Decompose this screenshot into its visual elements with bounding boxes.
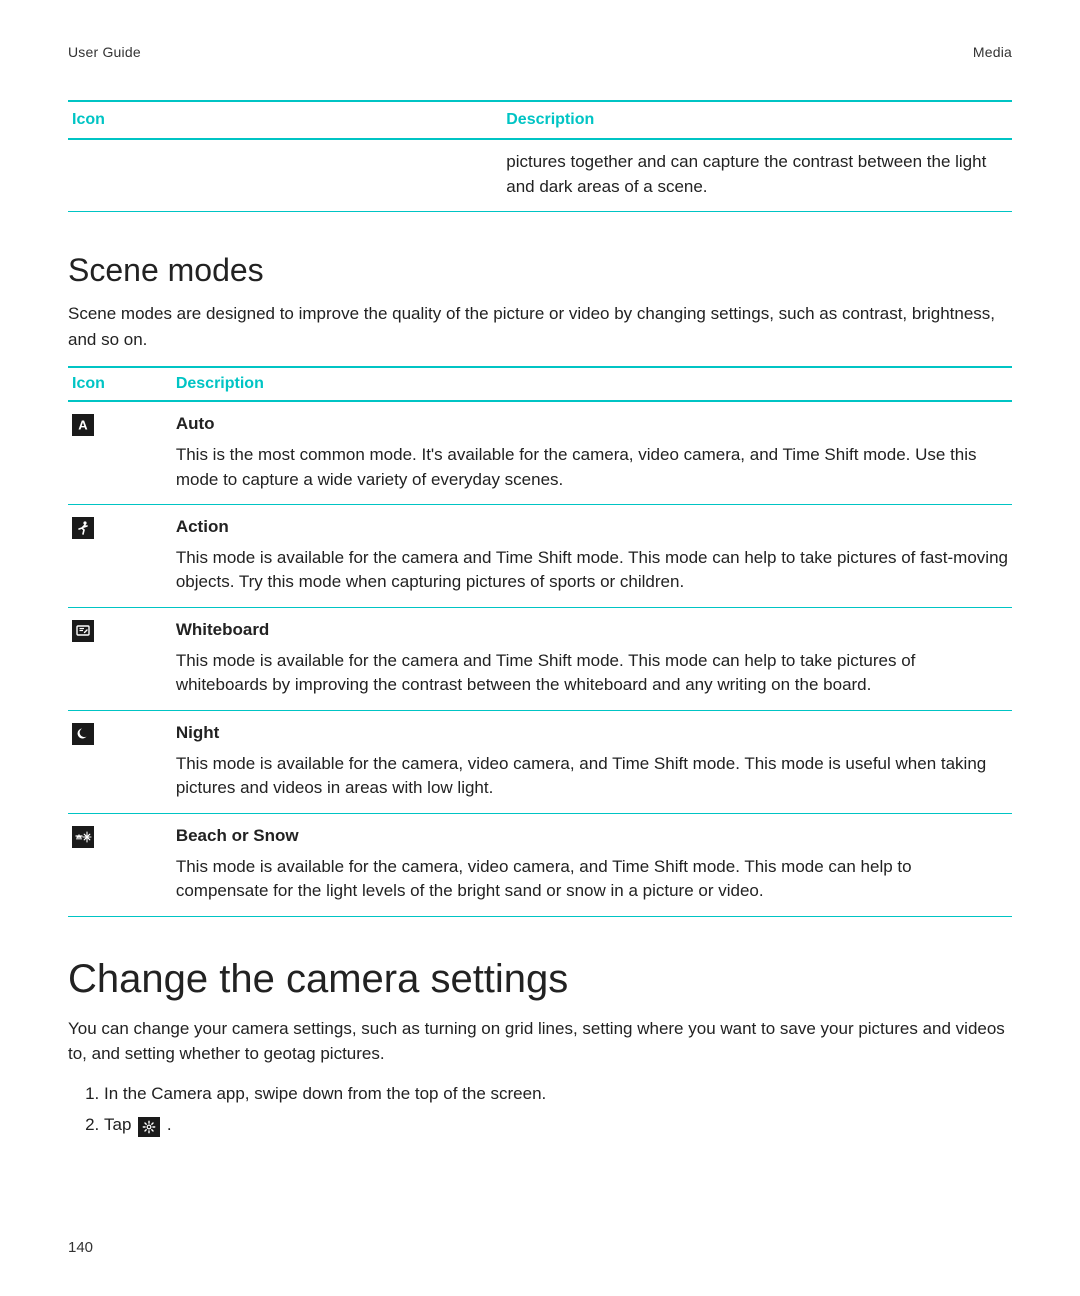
mode-description: This mode is available for the camera an… <box>176 649 1008 698</box>
mode-description: This mode is available for the camera an… <box>176 546 1008 595</box>
action-icon <box>72 517 94 539</box>
page: User Guide Media Icon Description pictur… <box>0 0 1080 1296</box>
list-item: Tap . <box>104 1112 1012 1138</box>
mode-name: Whiteboard <box>176 618 1008 643</box>
svg-text:A: A <box>78 418 88 433</box>
mode-name: Night <box>176 721 1008 746</box>
table-row: Action This mode is available for the ca… <box>68 505 1012 608</box>
auto-icon: A <box>72 414 94 436</box>
mode-description: This mode is available for the camera, v… <box>176 855 1008 904</box>
top-continuation-table: Icon Description pictures together and c… <box>68 100 1012 212</box>
running-header: User Guide Media <box>68 44 1012 60</box>
mode-description: This is the most common mode. It's avail… <box>176 443 1008 492</box>
scene-table-header-description: Description <box>172 367 1012 401</box>
steps-list: In the Camera app, swipe down from the t… <box>68 1081 1012 1138</box>
step-text: In the Camera app, swipe down from the t… <box>104 1084 546 1103</box>
table-row: Whiteboard This mode is available for th… <box>68 608 1012 711</box>
top-table-header-description: Description <box>502 101 1012 139</box>
header-right: Media <box>973 44 1012 60</box>
scene-table-header-icon: Icon <box>68 367 172 401</box>
mode-description: This mode is available for the camera, v… <box>176 752 1008 801</box>
step-text-before: Tap <box>104 1115 136 1134</box>
scene-modes-heading: Scene modes <box>68 252 1012 289</box>
list-item: In the Camera app, swipe down from the t… <box>104 1081 1012 1107</box>
whiteboard-icon <box>72 620 94 642</box>
table-row: A Auto This is the most common mode. It'… <box>68 401 1012 504</box>
mode-name: Auto <box>176 412 1008 437</box>
mode-name: Action <box>176 515 1008 540</box>
scene-modes-table: Icon Description A Auto This is the most… <box>68 366 1012 917</box>
beach-snow-icon <box>72 826 94 848</box>
settings-icon <box>138 1117 160 1137</box>
step-text-after: . <box>162 1115 171 1134</box>
night-icon <box>72 723 94 745</box>
page-number: 140 <box>68 1239 93 1256</box>
change-settings-heading: Change the camera settings <box>68 957 1012 1002</box>
table-row: pictures together and can capture the co… <box>68 139 1012 212</box>
change-settings-intro: You can change your camera settings, suc… <box>68 1016 1012 1067</box>
mode-name: Beach or Snow <box>176 824 1008 849</box>
top-table-icon-cell <box>68 139 502 212</box>
table-row: Beach or Snow This mode is available for… <box>68 813 1012 916</box>
table-row: Night This mode is available for the cam… <box>68 711 1012 814</box>
scene-modes-intro: Scene modes are designed to improve the … <box>68 301 1012 352</box>
top-table-header-icon: Icon <box>68 101 502 139</box>
top-table-desc-cell: pictures together and can capture the co… <box>502 139 1012 212</box>
header-left: User Guide <box>68 44 141 60</box>
